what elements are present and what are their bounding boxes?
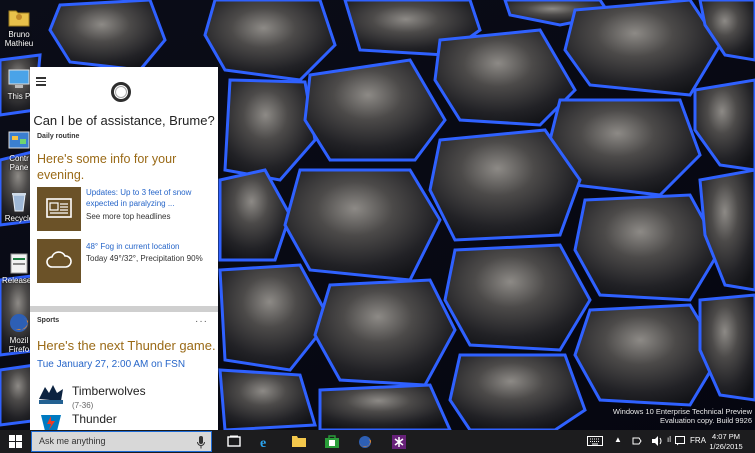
taskbar-firefox[interactable] xyxy=(353,432,377,451)
touch-keyboard-icon[interactable] xyxy=(587,436,603,446)
weather-card-title[interactable]: 48° Fog in current location xyxy=(86,241,214,252)
desktop-icon-user-folder[interactable]: Bruno Mathieu xyxy=(2,6,36,48)
cloud-icon xyxy=(46,251,72,268)
clock-date: 1/26/2015 xyxy=(709,441,743,451)
recycle-bin-icon xyxy=(12,193,26,212)
cortana-search-box[interactable] xyxy=(31,431,212,452)
this-pc-icon xyxy=(8,69,30,88)
section-sports: Sports xyxy=(37,317,60,324)
volume-icon[interactable] xyxy=(651,435,663,447)
weather-card[interactable]: 48° Fog in current location Today 49°/32… xyxy=(37,239,213,283)
visual-studio-icon xyxy=(392,435,406,449)
show-hidden-icons-icon[interactable]: ▲ xyxy=(614,435,622,444)
build-watermark: Windows 10 Enterprise Technical Preview … xyxy=(613,407,752,425)
firefox-icon xyxy=(10,314,28,332)
desktop-icon-label: This P xyxy=(7,92,31,101)
news-card[interactable]: Updates: Up to 3 feet of snow expected i… xyxy=(37,187,213,231)
team-record: (7-36) xyxy=(72,401,94,410)
windows-logo-icon xyxy=(9,435,22,448)
watermark-line: Evaluation copy. Build 9926 xyxy=(659,416,752,425)
sports-heading: Here's the next Thunder game. xyxy=(37,338,216,353)
weather-tile xyxy=(37,239,81,283)
clock-time: 4:07 PM xyxy=(712,432,740,441)
store-icon xyxy=(325,435,339,448)
file-explorer-icon xyxy=(292,436,306,447)
more-options-icon[interactable]: ··· xyxy=(195,316,208,327)
user-folder-icon xyxy=(8,10,30,27)
news-tile xyxy=(37,187,81,231)
taskbar-store[interactable] xyxy=(320,432,344,451)
taskbar-file-explorer[interactable] xyxy=(287,432,311,451)
taskbar-internet-explorer[interactable]: e xyxy=(254,432,278,451)
weather-card-subtitle: Today 49°/32°, Precipitation 90% xyxy=(86,254,203,263)
firefox-icon xyxy=(359,436,372,448)
cortana-greeting: Can I be of assistance, Brume? xyxy=(33,113,215,128)
team-row[interactable]: Timberwolves (7-36) xyxy=(37,383,213,410)
team-name: Thunder xyxy=(72,412,117,426)
desktop-icon-label: Recycle xyxy=(4,214,34,223)
action-center-icon[interactable] xyxy=(675,436,685,446)
start-button[interactable] xyxy=(0,430,31,453)
internet-explorer-icon: e xyxy=(260,436,266,449)
intro-heading: Here's some info for your evening. xyxy=(37,152,177,182)
task-view-icon xyxy=(227,435,241,447)
desktop-icon-label: Bruno Mathieu xyxy=(4,30,34,48)
news-card-subtitle[interactable]: See more top headlines xyxy=(86,212,171,221)
news-card-title[interactable]: Updates: Up to 3 feet of snow expected i… xyxy=(86,187,214,209)
hamburger-menu-icon[interactable] xyxy=(36,75,46,88)
newspaper-icon xyxy=(46,198,72,218)
release-notes-icon xyxy=(10,253,28,274)
task-view-button[interactable] xyxy=(222,432,246,451)
section-divider xyxy=(30,306,218,312)
cortana-panel: Can I be of assistance, Brume? Daily rou… xyxy=(30,67,218,430)
team-row[interactable]: Thunder xyxy=(37,411,213,430)
desktop-icon-label: Mozil Firefo xyxy=(8,336,30,354)
taskbar-visual-studio[interactable] xyxy=(387,432,411,451)
timberwolves-logo-icon xyxy=(39,385,63,404)
thunder-logo-icon xyxy=(41,415,61,430)
language-indicator[interactable]: FRA xyxy=(690,436,706,445)
cortana-ring-icon xyxy=(111,82,131,102)
game-time-link[interactable]: Tue January 27, 2:00 AM on FSN xyxy=(37,359,185,370)
taskbar: e ▲ ıl FRA xyxy=(0,430,755,453)
search-input[interactable] xyxy=(37,435,191,447)
desktop-icon-label: Contr Pane xyxy=(9,154,29,172)
network-icon[interactable]: ıl xyxy=(667,435,671,444)
power-icon[interactable] xyxy=(631,436,643,446)
section-daily-routine: Daily routine xyxy=(37,133,80,140)
control-panel-icon xyxy=(8,131,30,149)
microphone-icon[interactable] xyxy=(197,436,205,449)
system-clock[interactable]: 4:07 PM 1/26/2015 xyxy=(705,432,747,451)
team-name: Timberwolves xyxy=(72,384,146,398)
watermark-line: Windows 10 Enterprise Technical Preview xyxy=(612,407,752,416)
svg-text:e: e xyxy=(260,436,266,449)
